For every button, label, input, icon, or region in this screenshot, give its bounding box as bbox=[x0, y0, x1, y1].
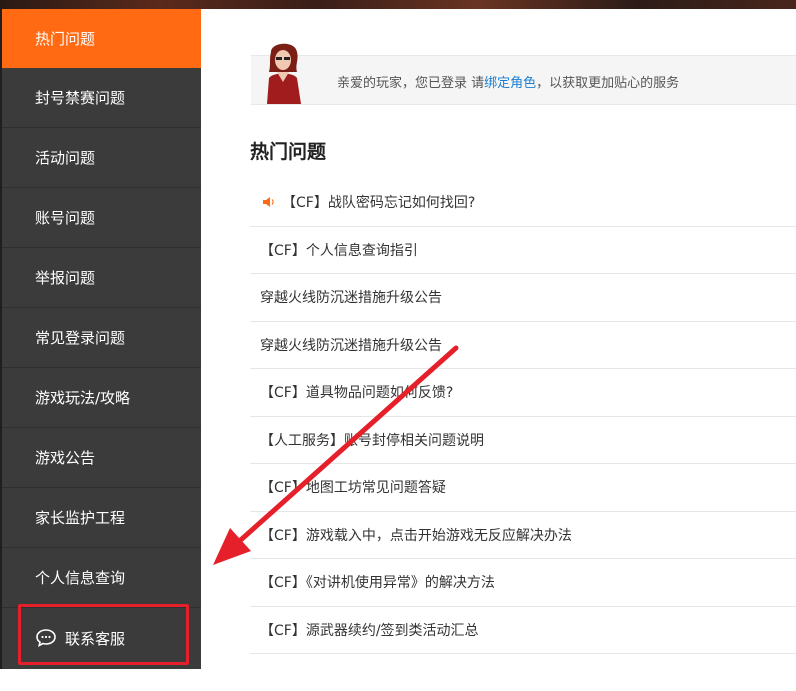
sidebar-item-game-announcements[interactable]: 游戏公告 bbox=[0, 428, 201, 488]
top-banner bbox=[0, 0, 796, 9]
bind-role-link[interactable]: 绑定角色 bbox=[484, 76, 536, 91]
faq-item-text: 【CF】战队密码忘记如何找回? bbox=[282, 195, 476, 212]
contact-support-button[interactable]: 联系客服 bbox=[0, 608, 201, 668]
main-content: 亲爱的玩家，您已登录 请绑定角色，以获取更加贴心的服务 热门问题 【CF】战队密… bbox=[201, 9, 796, 691]
sidebar-item-label: 家长监护工程 bbox=[35, 509, 126, 527]
sidebar-item-label: 常见登录问题 bbox=[35, 329, 126, 347]
sidebar-item-hot-questions[interactable]: 热门问题 bbox=[0, 9, 201, 68]
sidebar-bottom-gap bbox=[0, 669, 201, 691]
sidebar-item-report-issues[interactable]: 举报问题 bbox=[0, 248, 201, 308]
user-login-bar: 亲爱的玩家，您已登录 请绑定角色，以获取更加贴心的服务 bbox=[251, 43, 796, 105]
faq-item[interactable]: 【CF】源武器续约/签到类活动汇总 bbox=[250, 607, 796, 654]
faq-item-text: 穿越火线防沉迷措施升级公告 bbox=[260, 337, 442, 354]
sidebar-item-label: 热门问题 bbox=[35, 30, 96, 48]
faq-item[interactable]: 穿越火线防沉迷措施升级公告 bbox=[250, 274, 796, 322]
login-welcome-text: 亲爱的玩家，您已登录 请绑定角色，以获取更加贴心的服务 bbox=[337, 72, 679, 91]
faq-item[interactable]: 【CF】地图工坊常见问题答疑 bbox=[250, 464, 796, 512]
sidebar-item-ban-issues[interactable]: 封号禁赛问题 bbox=[0, 68, 201, 128]
sidebar-item-login-issues[interactable]: 常见登录问题 bbox=[0, 308, 201, 368]
faq-item[interactable]: 【CF】个人信息查询指引 bbox=[250, 227, 796, 274]
welcome-text-suffix: ，以获取更加贴心的服务 bbox=[536, 76, 680, 91]
help-center-page: 热门问题 封号禁赛问题 活动问题 账号问题 举报问题 常见登录问题 游戏玩法/攻… bbox=[0, 0, 796, 691]
sidebar-item-event-issues[interactable]: 活动问题 bbox=[0, 128, 201, 188]
sidebar-item-parental-guard[interactable]: 家长监护工程 bbox=[0, 488, 201, 548]
chat-bubble-icon bbox=[36, 629, 56, 648]
faq-item[interactable]: 【CF】道具物品问题如何反馈? bbox=[250, 369, 796, 417]
faq-item-text: 【人工服务】账号封停相关问题说明 bbox=[260, 432, 484, 449]
faq-item[interactable]: 【CF】战队密码忘记如何找回? bbox=[250, 179, 796, 227]
contact-support-label: 联系客服 bbox=[65, 629, 126, 648]
sidebar-item-label: 游戏玩法/攻略 bbox=[35, 389, 131, 407]
sidebar-item-account-issues[interactable]: 账号问题 bbox=[0, 188, 201, 248]
faq-item-text: 穿越火线防沉迷措施升级公告 bbox=[260, 290, 442, 307]
sidebar-edge bbox=[0, 9, 2, 669]
sidebar-item-label: 活动问题 bbox=[35, 149, 96, 167]
character-avatar bbox=[267, 43, 301, 104]
sidebar-item-label: 游戏公告 bbox=[35, 449, 96, 467]
faq-item[interactable]: 穿越火线防沉迷措施升级公告 bbox=[250, 322, 796, 369]
faq-item-text: 【CF】游戏载入中，点击开始游戏无反应解决办法 bbox=[260, 527, 572, 544]
welcome-text: 亲爱的玩家，您已登录 请 bbox=[337, 76, 485, 91]
faq-item[interactable]: 【CF】《对讲机使用异常》的解决方法 bbox=[250, 559, 796, 607]
sidebar-item-personal-info[interactable]: 个人信息查询 bbox=[0, 548, 201, 608]
section-title: 热门问题 bbox=[250, 141, 327, 163]
faq-item-text: 【CF】道具物品问题如何反馈? bbox=[260, 385, 454, 402]
faq-list: 【CF】战队密码忘记如何找回? 【CF】个人信息查询指引 穿越火线防沉迷措施升级… bbox=[250, 179, 796, 654]
faq-item[interactable]: 【人工服务】账号封停相关问题说明 bbox=[250, 417, 796, 464]
faq-item[interactable]: 【CF】游戏载入中，点击开始游戏无反应解决办法 bbox=[250, 512, 796, 559]
faq-item-text: 【CF】个人信息查询指引 bbox=[260, 242, 418, 259]
faq-item-text: 【CF】源武器续约/签到类活动汇总 bbox=[260, 622, 479, 639]
sidebar-item-label: 个人信息查询 bbox=[35, 569, 126, 587]
sidebar-item-gameplay-guides[interactable]: 游戏玩法/攻略 bbox=[0, 368, 201, 428]
faq-item-text: 【CF】地图工坊常见问题答疑 bbox=[260, 480, 446, 497]
faq-item-text: 【CF】《对讲机使用异常》的解决方法 bbox=[260, 575, 495, 592]
sidebar-item-label: 举报问题 bbox=[35, 269, 96, 287]
speaker-icon bbox=[263, 197, 274, 208]
sidebar: 热门问题 封号禁赛问题 活动问题 账号问题 举报问题 常见登录问题 游戏玩法/攻… bbox=[0, 9, 201, 669]
sidebar-item-label: 封号禁赛问题 bbox=[35, 89, 126, 107]
sidebar-item-label: 账号问题 bbox=[35, 209, 96, 227]
